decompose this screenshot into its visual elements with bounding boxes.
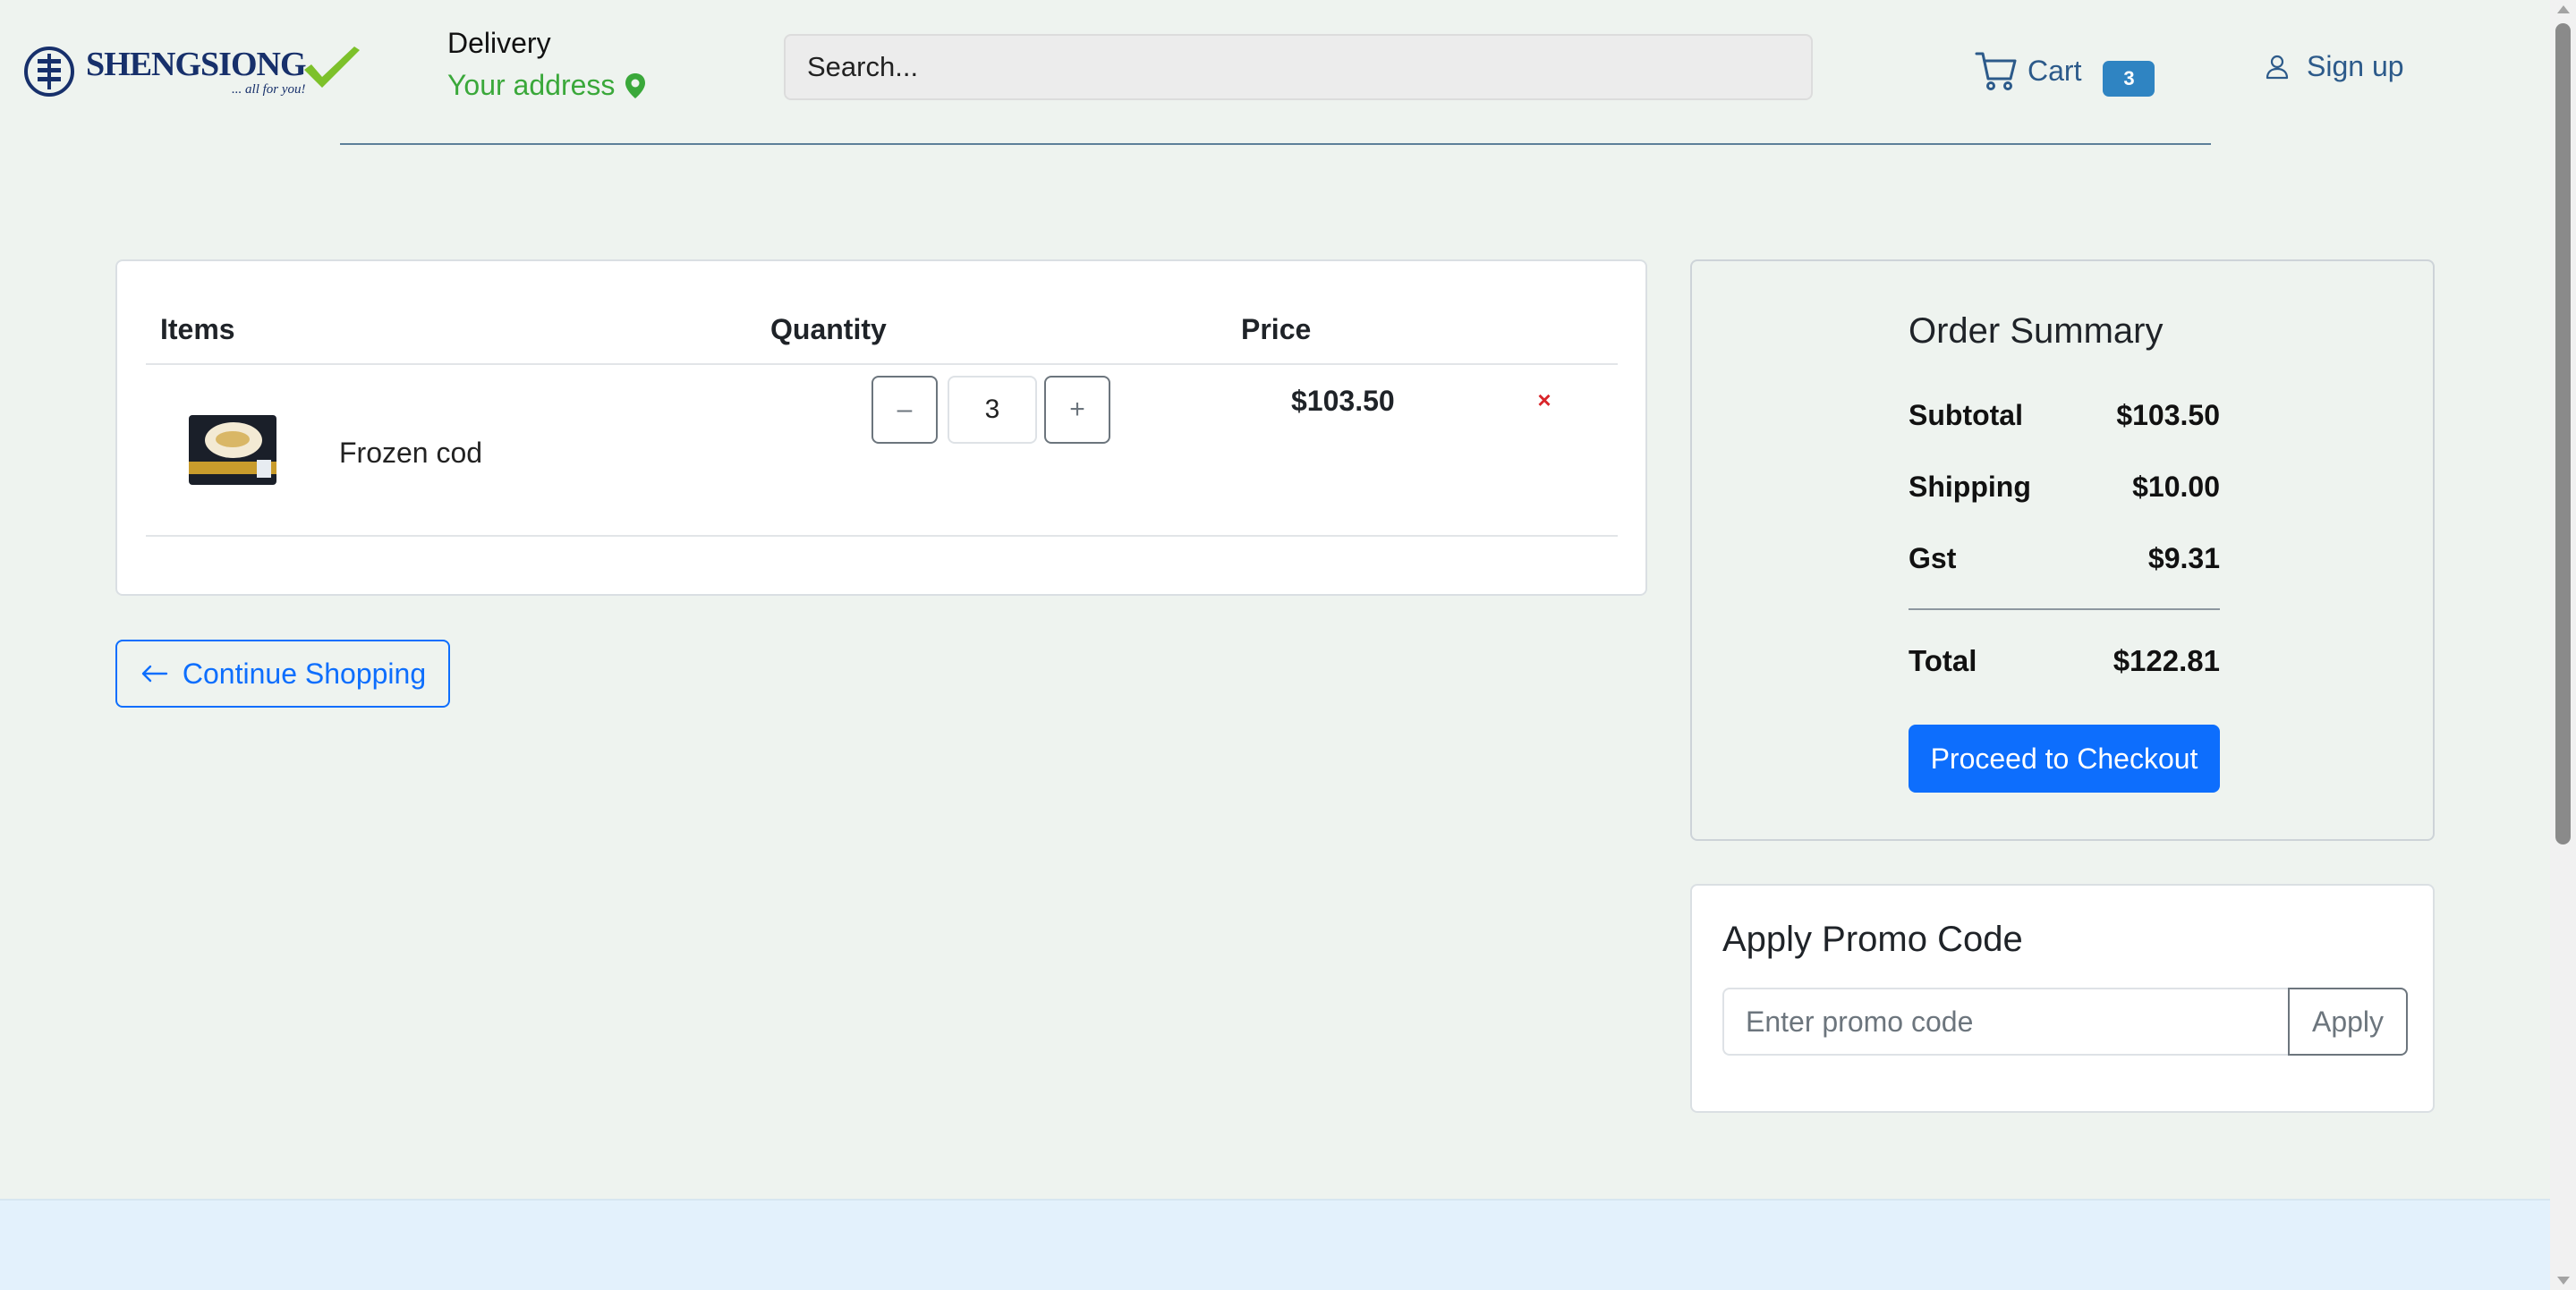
promo-code-title: Apply Promo Code <box>1722 920 2023 959</box>
continue-shopping-label: Continue Shopping <box>182 657 427 690</box>
shipping-label: Shipping <box>1909 471 2031 503</box>
location-pin-icon <box>625 72 646 98</box>
product-name[interactable]: Frozen cod <box>339 437 482 470</box>
column-header-quantity: Quantity <box>770 313 887 345</box>
quantity-increase-button[interactable]: + <box>1044 376 1110 444</box>
shipping-value: $10.00 <box>2132 471 2220 503</box>
total-label: Total <box>1909 644 1977 677</box>
summary-divider <box>1909 608 2220 610</box>
quantity-input[interactable] <box>948 376 1037 444</box>
shengsiong-emblem-icon <box>24 47 74 97</box>
delivery-address-text: Your address <box>447 69 616 101</box>
apply-promo-button[interactable]: Apply <box>2288 988 2408 1056</box>
subtotal-value: $103.50 <box>2116 399 2220 431</box>
user-icon <box>2266 55 2289 79</box>
sign-up-link[interactable]: Sign up <box>2264 50 2404 83</box>
page-scrollbar[interactable] <box>2550 0 2576 1290</box>
product-image[interactable] <box>189 415 276 485</box>
promo-code-panel: Apply Promo Code Apply <box>1690 884 2435 1113</box>
subtotal-row: Subtotal $103.50 <box>1909 399 2220 432</box>
cart-table: Items Quantity Price Frozen cod – + $103… <box>115 259 1647 596</box>
column-header-price: Price <box>1241 313 1312 345</box>
row-price: $103.50 <box>1291 385 1395 417</box>
scroll-up-arrow-icon[interactable] <box>2557 5 2570 13</box>
scrollbar-thumb[interactable] <box>2555 23 2571 844</box>
site-header: SHENGSIONG ... all for you! Delivery You… <box>0 0 2550 148</box>
gst-label: Gst <box>1909 542 1957 574</box>
promo-code-input[interactable] <box>1722 988 2288 1056</box>
shopping-cart-icon <box>1975 52 2017 90</box>
remove-item-button[interactable]: × <box>1531 386 1558 413</box>
gst-value: $9.31 <box>2147 542 2220 574</box>
footer <box>0 1199 2550 1290</box>
cart-button[interactable]: Cart 3 <box>1974 45 2155 97</box>
proceed-to-checkout-button[interactable]: Proceed to Checkout <box>1909 725 2220 793</box>
cart-count-badge: 3 <box>2103 61 2155 97</box>
order-summary-title: Order Summary <box>1909 311 2164 351</box>
header-divider <box>340 143 2211 145</box>
order-summary: Order Summary Subtotal $103.50 Shipping … <box>1690 259 2435 841</box>
shipping-row: Shipping $10.00 <box>1909 471 2220 504</box>
delivery-label: Delivery <box>447 27 551 59</box>
check-icon <box>304 47 360 88</box>
search-input[interactable] <box>784 34 1813 100</box>
quantity-decrease-button[interactable]: – <box>871 376 938 444</box>
scroll-down-arrow-icon[interactable] <box>2557 1277 2570 1285</box>
total-row: Total $122.81 <box>1909 644 2220 678</box>
table-row-divider <box>146 535 1618 537</box>
cart-label: Cart <box>2028 54 2082 87</box>
logo-wordmark: SHENGSIONG <box>86 45 307 83</box>
delivery-selector[interactable]: Delivery Your address <box>447 27 647 102</box>
gst-row: Gst $9.31 <box>1909 542 2220 575</box>
column-header-items: Items <box>160 313 235 345</box>
subtotal-label: Subtotal <box>1909 399 2023 431</box>
total-value: $122.81 <box>2113 644 2220 677</box>
sign-up-label: Sign up <box>2307 50 2404 82</box>
logo-tagline: ... all for you! <box>232 81 306 97</box>
arrow-left-icon <box>141 665 168 683</box>
continue-shopping-button[interactable]: Continue Shopping <box>115 640 450 708</box>
shengsiong-logo[interactable]: SHENGSIONG ... all for you! <box>23 41 363 102</box>
table-header-divider <box>146 363 1618 365</box>
delivery-address[interactable]: Your address <box>447 69 647 102</box>
